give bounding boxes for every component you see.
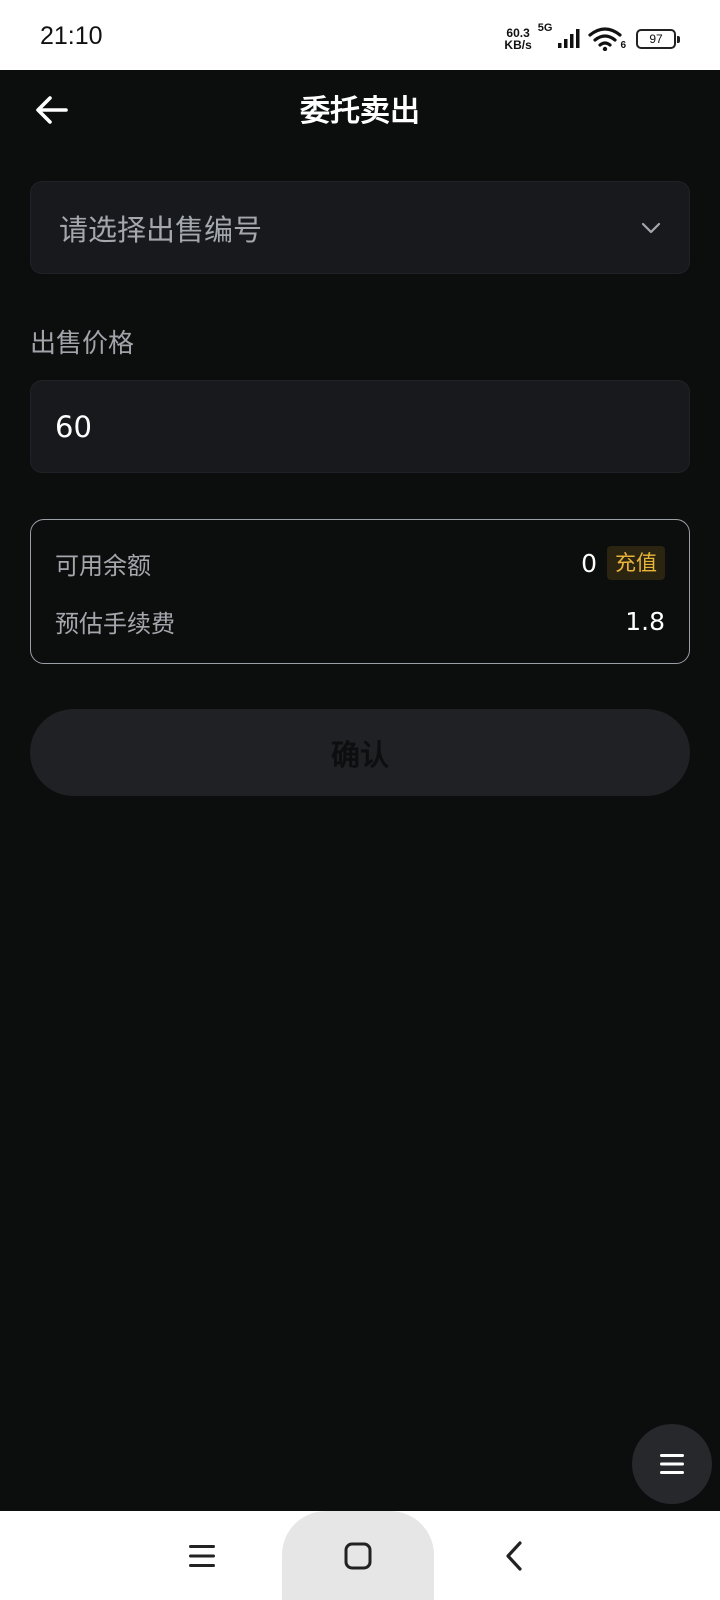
network-type: 5G (537, 22, 553, 34)
battery-level: 97 (649, 32, 663, 46)
balance-row: 可用余额 0 充值 (55, 543, 665, 583)
fee-value: 1.8 (625, 606, 665, 636)
chevron-down-icon (641, 222, 661, 233)
network-speed: 60.3 KB/s (504, 27, 531, 51)
nav-home-button[interactable] (282, 1511, 434, 1600)
nav-back-button[interactable] (484, 1511, 544, 1600)
system-nav-bar (0, 1511, 720, 1600)
recharge-button[interactable]: 充值 (607, 546, 665, 580)
app-header: 委托卖出 (0, 70, 720, 152)
price-label: 出售价格 (30, 329, 135, 359)
status-icons: 60.3 KB/s 5G 6 97 (504, 22, 680, 54)
nav-recents-button[interactable] (172, 1511, 232, 1600)
fee-label: 预估手续费 (55, 609, 175, 638)
sale-number-select[interactable]: 请选择出售编号 (30, 181, 690, 274)
balance-label: 可用余额 (55, 551, 151, 580)
battery-icon: 97 (636, 29, 680, 49)
network-speed-unit: KB/s (504, 38, 532, 52)
home-square-icon (344, 1542, 372, 1569)
wifi-indicator: 6 (588, 27, 626, 51)
recents-menu-icon (189, 1544, 215, 1567)
menu-icon (660, 1454, 684, 1474)
price-input[interactable] (30, 380, 690, 473)
balance-value-group: 0 充值 (581, 546, 665, 580)
floating-menu-button[interactable] (632, 1424, 712, 1504)
signal-icon (558, 29, 580, 48)
balance-value: 0 (581, 548, 597, 578)
status-time: 21:10 (40, 22, 103, 50)
fee-row: 预估手续费 1.8 (55, 601, 665, 641)
chevron-left-icon (506, 1540, 522, 1571)
wifi-generation: 6 (620, 40, 626, 51)
sale-number-placeholder: 请选择出售编号 (59, 212, 263, 247)
balance-info-box: 可用余额 0 充值 预估手续费 1.8 (30, 519, 690, 664)
status-bar: 21:10 60.3 KB/s 5G 6 97 (0, 0, 720, 70)
wifi-icon (588, 27, 623, 51)
confirm-button[interactable]: 确认 (30, 709, 690, 796)
page-title: 委托卖出 (300, 94, 420, 129)
